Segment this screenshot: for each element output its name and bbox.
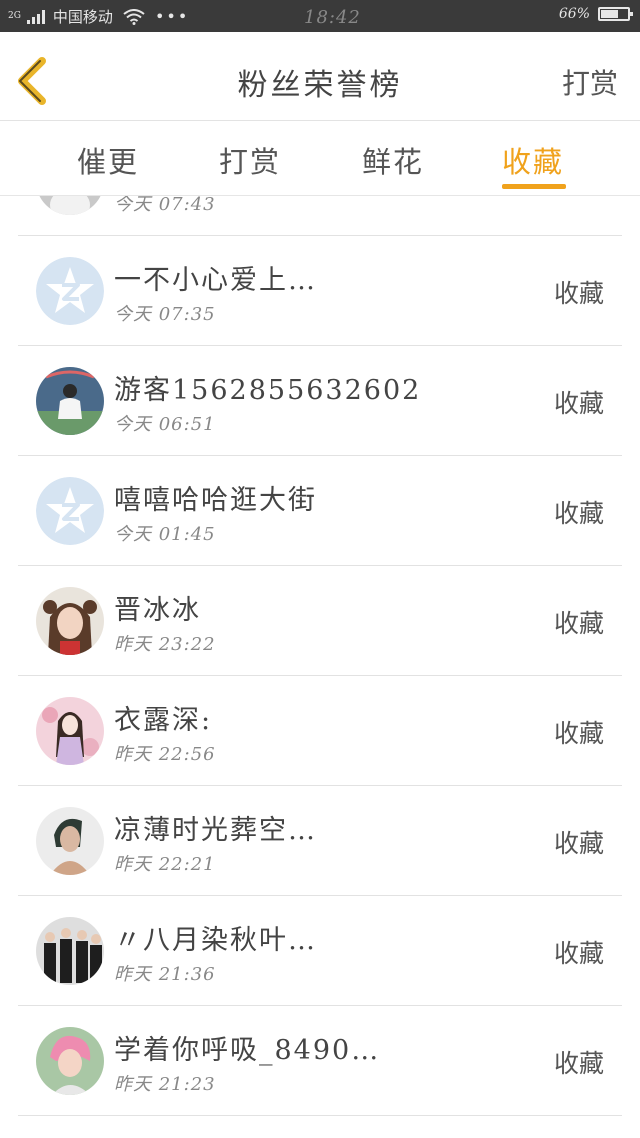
status-right: 66% [558,6,633,22]
status-left: 2G 中国移动 ••• [8,6,189,27]
tab-flowers[interactable]: 鲜花 [362,139,424,181]
action-time: 昨天 23:22 [114,634,216,655]
default-avatar-icon [36,477,104,545]
battery-icon [598,7,633,21]
tab-bar: 催更 打赏 鲜花 收藏 [0,121,640,196]
avatar [36,196,104,215]
nav-bar: 粉丝荣誉榜 打赏 [0,32,640,121]
more-notifications-icon: ••• [154,7,190,26]
action-type: 收藏 [553,279,604,308]
fan-list[interactable]: 张枫 今天 07:43 收藏 一不小心爱上… 今天 07:35 收藏 游客156… [0,196,640,1138]
action-type: 收藏 [554,196,604,200]
default-avatar-icon [36,257,104,325]
list-item-4[interactable]: 嘻嘻哈哈逛大街 今天 01:45 收藏 [18,456,622,566]
list-item-8[interactable]: 〃八月染秋叶… 昨天 21:36 收藏 [18,896,622,1006]
action-time: 昨天 21:23 [114,1074,216,1095]
action-time: 今天 01:45 [114,524,216,545]
action-type: 收藏 [553,939,604,968]
network-label: 2G [8,11,21,21]
action-type: 收藏 [553,1049,604,1078]
user-name: 一不小心爱上… [114,265,317,296]
carrier-name: 中国移动 [52,8,113,26]
action-time: 今天 07:35 [114,304,216,325]
tab-favorites[interactable]: 收藏 [502,139,564,181]
avatar [36,1027,104,1095]
action-time: 昨天 22:56 [114,744,216,765]
tab-reward[interactable]: 打赏 [219,139,281,181]
user-name: 晋冰冰 [114,595,201,626]
network-type: 2G [8,12,21,21]
clock: 18:42 [304,7,361,28]
user-name: 游客1562855632602 [114,375,422,406]
action-type: 收藏 [553,719,604,748]
action-type: 收藏 [553,609,604,638]
battery-fill [601,10,619,18]
status-bar: 2G 中国移动 ••• 18:42 66% [0,0,640,32]
list-item-1[interactable]: 张枫 今天 07:43 收藏 [18,196,622,236]
list-item-2[interactable]: 一不小心爱上… 今天 07:35 收藏 [18,236,622,346]
user-name: 衣露深: [114,705,213,736]
signal-icon [26,9,45,24]
battery-percent: 66% [558,6,590,22]
avatar [36,697,104,765]
list-item-3[interactable]: 游客1562855632602 今天 06:51 收藏 [18,346,622,456]
page-title: 粉丝荣誉榜 [237,68,403,103]
avatar [36,367,104,435]
fan-list-content: 张枫 今天 07:43 收藏 一不小心爱上… 今天 07:35 收藏 游客156… [0,196,640,1116]
avatar [36,587,104,655]
avatar [36,807,104,875]
user-name: 〃八月染秋叶… [114,925,317,956]
avatar [36,917,104,985]
action-type: 收藏 [553,499,604,528]
action-time: 今天 07:43 [114,196,216,215]
action-time: 昨天 22:21 [114,854,216,875]
action-type: 收藏 [553,389,604,418]
user-name: 嘻嘻哈哈逛大街 [114,485,317,516]
action-time: 昨天 21:36 [114,964,216,985]
list-item-7[interactable]: 凉薄时光葬空… 昨天 22:21 收藏 [18,786,622,896]
action-type: 收藏 [553,829,604,858]
action-time: 今天 06:51 [114,414,216,435]
active-tab-indicator [502,184,566,189]
user-name: 学着你呼吸_8490… [114,1035,381,1066]
wifi-icon [123,8,145,25]
list-item-5[interactable]: 晋冰冰 昨天 23:22 收藏 [18,566,622,676]
tab-urge-update[interactable]: 催更 [77,139,139,181]
reward-button[interactable]: 打赏 [562,62,618,102]
user-name: 凉薄时光葬空… [114,815,317,846]
list-item-6[interactable]: 衣露深: 昨天 22:56 收藏 [18,676,622,786]
list-item-9[interactable]: 学着你呼吸_8490… 昨天 21:23 收藏 [18,1006,622,1116]
